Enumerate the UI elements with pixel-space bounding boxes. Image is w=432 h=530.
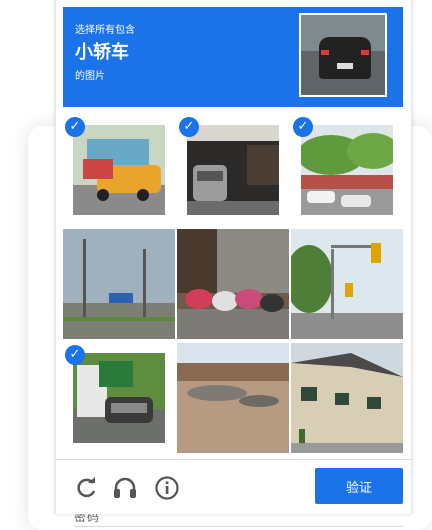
tile-image-dirt-lot: [177, 343, 289, 453]
car-sample-image: [299, 13, 387, 97]
audio-icon-glyph: [114, 477, 136, 498]
sample-light-right: [361, 50, 369, 55]
recaptcha-challenge: 选择所有包含 小轿车 的图片 ✓ ✓ ✓ ✓ 验证: [55, 0, 412, 514]
tile-image-truck: [73, 353, 165, 443]
check-icon: ✓: [65, 345, 85, 365]
sample-plate: [337, 63, 353, 69]
tile-image-motorcycles: [177, 229, 289, 339]
tile-image-garage: [187, 125, 279, 215]
challenge-header: 选择所有包含 小轿车 的图片: [63, 7, 403, 107]
info-icon-glyph: [155, 476, 179, 500]
check-icon: ✓: [293, 117, 313, 137]
grid-tile-5[interactable]: [177, 229, 289, 339]
tile-image-street: [291, 229, 403, 339]
grid-tile-2[interactable]: ✓: [177, 115, 289, 225]
garage-image: [187, 125, 279, 215]
motorcycles-image: [177, 229, 289, 339]
grid-tile-4[interactable]: [63, 229, 175, 339]
reload-icon[interactable]: [72, 474, 100, 502]
sample-light-left: [321, 50, 329, 55]
grid-tile-8[interactable]: [177, 343, 289, 453]
grid-tile-1[interactable]: ✓: [63, 115, 175, 225]
grid-tile-6[interactable]: [291, 229, 403, 339]
info-icon[interactable]: [153, 474, 181, 502]
instruction-target: 小轿车: [75, 42, 129, 63]
building-image: [291, 343, 403, 453]
truck-image: [73, 353, 165, 443]
image-grid: ✓ ✓ ✓ ✓: [63, 115, 403, 453]
grid-tile-9[interactable]: [291, 343, 403, 453]
check-icon: ✓: [179, 117, 199, 137]
verify-button[interactable]: 验证: [315, 468, 403, 504]
footer-divider: [56, 459, 411, 460]
grid-tile-7[interactable]: ✓: [63, 343, 175, 453]
grid-tile-3[interactable]: ✓: [291, 115, 403, 225]
street-image: [291, 229, 403, 339]
check-icon: ✓: [65, 117, 85, 137]
reload-icon-glyph: [77, 477, 96, 498]
tile-image-road: [63, 229, 175, 339]
bus-image: [73, 125, 165, 215]
sample-car-body: [319, 37, 371, 79]
password-field-underline: [74, 526, 404, 527]
tile-image-trees: [301, 125, 393, 215]
tile-image-bus: [73, 125, 165, 215]
trees-image: [301, 125, 393, 215]
tile-image-building: [291, 343, 403, 453]
dirt-lot-image: [177, 343, 289, 453]
audio-icon[interactable]: [111, 474, 139, 502]
instruction-line1: 选择所有包含: [75, 25, 135, 36]
road-image: [63, 229, 175, 339]
instruction-line3: 的图片: [75, 71, 105, 82]
